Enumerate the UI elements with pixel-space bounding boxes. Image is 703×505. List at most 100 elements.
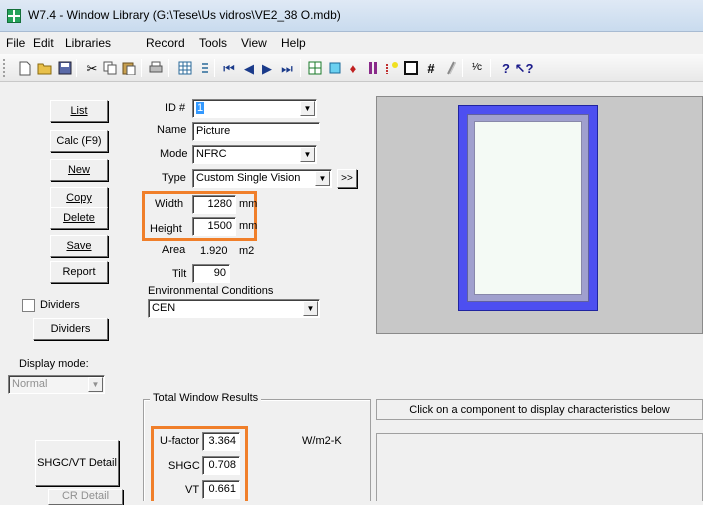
expand-button[interactable]: >> bbox=[337, 169, 357, 188]
area-value: 1.920 bbox=[200, 245, 228, 257]
chevron-down-icon[interactable]: ▼ bbox=[303, 301, 318, 316]
client-area: List Calc (F9) New Copy Delete Save Repo… bbox=[0, 83, 703, 505]
glazing-icon[interactable] bbox=[327, 60, 343, 76]
grid-icon[interactable] bbox=[177, 60, 193, 76]
delete-button[interactable]: Delete bbox=[50, 207, 108, 229]
report-button-label: Report bbox=[62, 266, 96, 278]
chevron-down-icon: ▼ bbox=[88, 377, 103, 392]
vt-label: VT bbox=[185, 484, 200, 496]
shgc-vt-detail-label: SHGC/VT Detail bbox=[37, 457, 117, 469]
toolbar-grip[interactable] bbox=[3, 59, 5, 77]
menu-help[interactable]: Help bbox=[281, 36, 306, 50]
calc-button[interactable]: Calc (F9) bbox=[50, 130, 108, 152]
units-icon[interactable]: ¹⁄c bbox=[469, 60, 485, 76]
list-icon[interactable] bbox=[197, 60, 213, 76]
report-button[interactable]: Report bbox=[50, 261, 108, 283]
dividers-checkbox[interactable] bbox=[22, 299, 35, 312]
dividers-checkbox-label: Dividers bbox=[40, 299, 80, 311]
window-glass[interactable] bbox=[474, 121, 582, 295]
first-record-icon[interactable]: ⏮ bbox=[221, 60, 237, 76]
app-icon bbox=[7, 9, 21, 23]
ufactor-label: U-factor bbox=[160, 435, 200, 447]
name-input[interactable]: Picture bbox=[192, 122, 320, 141]
prev-record-icon[interactable]: ◀ bbox=[241, 60, 257, 76]
type-select[interactable]: Custom Single Vision ▼ bbox=[192, 169, 332, 188]
height-input[interactable]: 1500 bbox=[192, 217, 236, 236]
mode-select[interactable]: NFRC ▼ bbox=[192, 145, 317, 164]
menu-edit[interactable]: Edit bbox=[33, 36, 54, 50]
width-unit: mm bbox=[239, 198, 258, 210]
component-info-header: Click on a component to display characte… bbox=[376, 399, 703, 420]
copy-button[interactable]: Copy bbox=[50, 187, 108, 209]
env-conditions-value: CEN bbox=[152, 302, 176, 314]
spacer-icon[interactable] bbox=[443, 60, 459, 76]
divider-icon[interactable] bbox=[365, 60, 381, 76]
paste-icon[interactable] bbox=[121, 60, 137, 76]
menu-bar: File Edit Libraries Record Tools View He… bbox=[0, 32, 703, 54]
help-icon[interactable]: ? bbox=[498, 60, 514, 76]
cr-detail-button[interactable]: CR Detail bbox=[48, 489, 123, 505]
display-mode-value: Normal bbox=[12, 378, 48, 390]
save-button-label: Save bbox=[66, 240, 92, 252]
chevron-down-icon[interactable]: ▼ bbox=[315, 171, 330, 186]
toolbar: ✂ ⏮ ◀ ▶ ⏭ ♦ # ¹⁄c ? ↖? bbox=[0, 54, 703, 82]
copy-icon[interactable] bbox=[102, 60, 118, 76]
next-record-icon[interactable]: ▶ bbox=[259, 60, 275, 76]
shading-icon[interactable] bbox=[384, 60, 400, 76]
menu-file[interactable]: File bbox=[6, 36, 25, 50]
calc-button-label: Calc (F9) bbox=[56, 135, 102, 147]
width-input[interactable]: 1280 bbox=[192, 195, 236, 214]
hash-icon[interactable]: # bbox=[423, 60, 439, 76]
save-button[interactable]: Save bbox=[50, 235, 108, 257]
chevron-down-icon[interactable]: ▼ bbox=[300, 101, 315, 116]
last-record-icon[interactable]: ⏭ bbox=[279, 60, 295, 76]
shgc-label: SHGC bbox=[168, 460, 200, 472]
table-icon[interactable] bbox=[307, 60, 323, 76]
toolbar-separator bbox=[490, 59, 491, 77]
toolbar-separator bbox=[214, 59, 215, 77]
mode-label: Mode bbox=[160, 148, 188, 160]
window-sash[interactable] bbox=[467, 114, 589, 302]
ufactor-value: 3.364 bbox=[202, 432, 240, 451]
dividers-button-label: Dividers bbox=[50, 323, 91, 335]
chevron-down-icon[interactable]: ▼ bbox=[300, 147, 315, 162]
area-label: Area bbox=[162, 244, 186, 256]
title-bar: W7.4 - Window Library (G:\Tese\Us vidros… bbox=[0, 0, 703, 32]
new-icon[interactable] bbox=[17, 60, 33, 76]
env-conditions-label: Environmental Conditions bbox=[148, 285, 274, 297]
new-button-label: New bbox=[67, 164, 90, 176]
width-label: Width bbox=[155, 198, 184, 210]
menu-tools[interactable]: Tools bbox=[199, 36, 227, 50]
ufactor-unit: W/m2-K bbox=[302, 435, 342, 447]
name-label: Name bbox=[157, 124, 187, 136]
id-select[interactable]: 1 ▼ bbox=[192, 99, 317, 118]
toolbar-separator bbox=[300, 59, 301, 77]
menu-view[interactable]: View bbox=[241, 36, 267, 50]
shgc-vt-detail-button[interactable]: SHGC/VT Detail bbox=[35, 440, 119, 486]
print-icon[interactable] bbox=[148, 60, 164, 76]
tilt-label: Tilt bbox=[172, 268, 187, 280]
shgc-value: 0.708 bbox=[202, 456, 240, 475]
cr-detail-label: CR Detail bbox=[61, 490, 110, 502]
cut-icon[interactable]: ✂ bbox=[84, 60, 100, 76]
save-icon[interactable] bbox=[57, 60, 73, 76]
dividers-button[interactable]: Dividers bbox=[33, 318, 108, 340]
gas-icon[interactable]: ♦ bbox=[345, 60, 361, 76]
list-button[interactable]: List bbox=[50, 100, 108, 122]
tilt-input[interactable]: 90 bbox=[192, 264, 230, 283]
expand-button-label: >> bbox=[341, 173, 353, 184]
vt-value: 0.661 bbox=[202, 480, 240, 499]
display-mode-label: Display mode: bbox=[19, 358, 89, 370]
env-conditions-select[interactable]: CEN ▼ bbox=[148, 299, 320, 318]
new-button[interactable]: New bbox=[50, 159, 108, 181]
window-frame[interactable] bbox=[458, 105, 598, 311]
open-icon[interactable] bbox=[37, 60, 53, 76]
height-label: Height bbox=[150, 223, 182, 235]
menu-record[interactable]: Record bbox=[146, 36, 185, 50]
context-help-icon[interactable]: ↖? bbox=[515, 60, 534, 76]
type-value: Custom Single Vision bbox=[196, 172, 301, 184]
frame-icon[interactable] bbox=[403, 60, 419, 76]
menu-libraries[interactable]: Libraries bbox=[65, 36, 111, 50]
window-preview[interactable] bbox=[376, 96, 703, 334]
delete-button-label: Delete bbox=[63, 212, 95, 224]
